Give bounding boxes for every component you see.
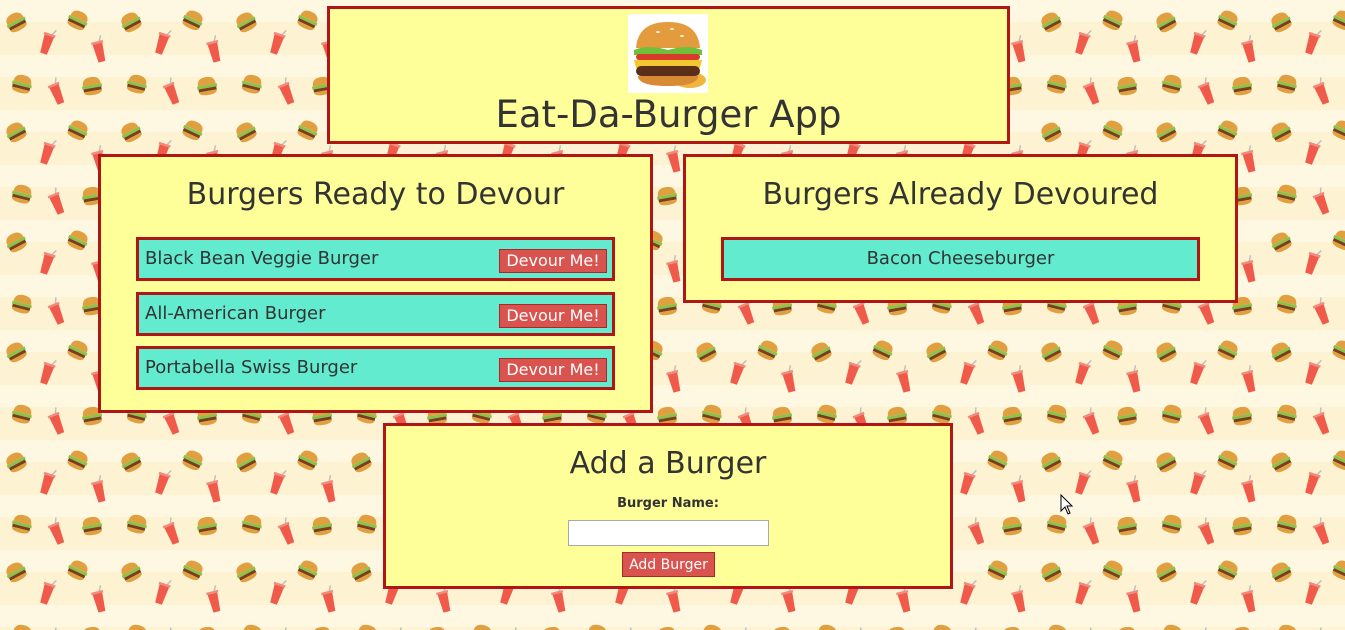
- ready-to-devour-panel: Burgers Ready to Devour Black Bean Veggi…: [98, 154, 653, 413]
- header-panel: Eat-Da-Burger App: [327, 6, 1010, 144]
- app-title: Eat-Da-Burger App: [495, 93, 842, 136]
- already-devoured-panel: Burgers Already Devoured Bacon Cheesebur…: [683, 154, 1238, 303]
- burger-name-input[interactable]: [568, 520, 769, 546]
- add-burger-title: Add a Burger: [569, 446, 767, 481]
- devoured-panel-title: Burgers Already Devoured: [762, 177, 1159, 212]
- devoured-burger-item: Bacon Cheeseburger: [721, 237, 1200, 281]
- burger-name: Bacon Cheeseburger: [866, 248, 1055, 269]
- burger-photo-icon: [628, 14, 708, 93]
- ready-panel-title: Burgers Ready to Devour: [186, 177, 565, 212]
- burger-name: All-American Burger: [145, 303, 326, 324]
- burger-name: Black Bean Veggie Burger: [145, 248, 379, 269]
- add-burger-panel: Add a Burger Burger Name: Add Burger: [383, 423, 953, 589]
- ready-burger-item: Black Bean Veggie Burger Devour Me!: [136, 237, 615, 281]
- devour-button[interactable]: Devour Me!: [499, 304, 607, 328]
- ready-burger-item: Portabella Swiss Burger Devour Me!: [136, 346, 615, 390]
- burger-name: Portabella Swiss Burger: [145, 357, 358, 378]
- burger-name-label: Burger Name:: [617, 496, 719, 511]
- add-burger-button[interactable]: Add Burger: [622, 552, 715, 577]
- devour-button[interactable]: Devour Me!: [499, 249, 607, 273]
- devour-button[interactable]: Devour Me!: [499, 358, 607, 382]
- mouse-cursor-icon: [1060, 494, 1074, 515]
- ready-burger-item: All-American Burger Devour Me!: [136, 292, 615, 336]
